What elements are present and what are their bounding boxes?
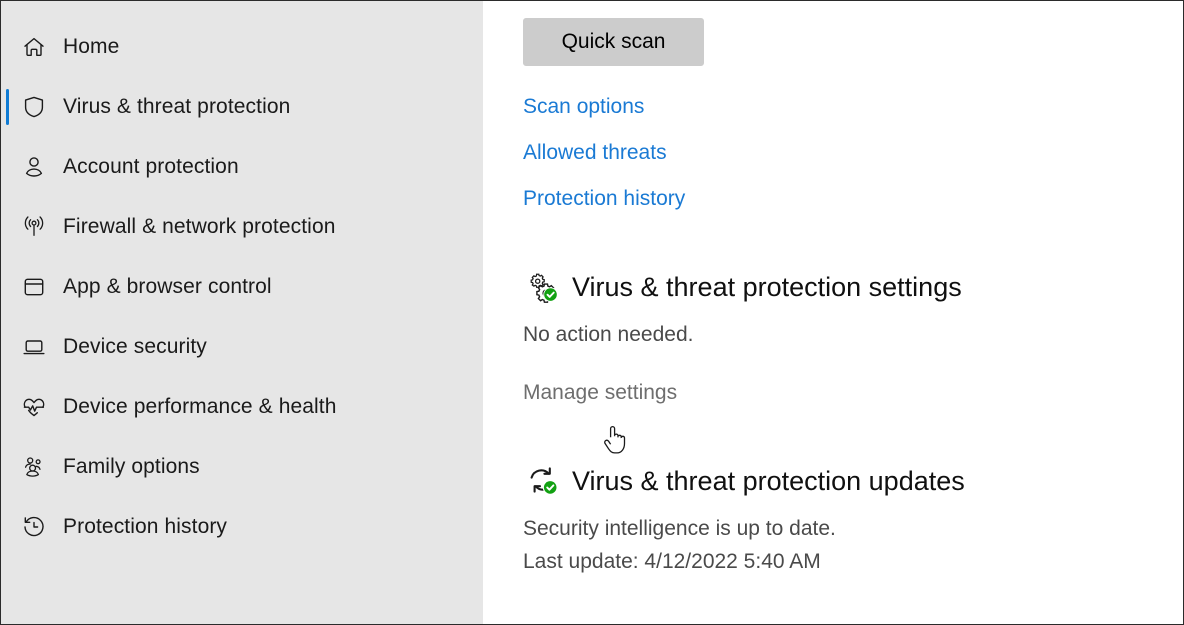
shield-icon bbox=[17, 90, 51, 124]
sidebar-item-label: Virus & threat protection bbox=[63, 95, 291, 118]
sidebar-item-firewall-network-protection[interactable]: Firewall & network protection bbox=[1, 205, 483, 249]
sidebar-item-label: Firewall & network protection bbox=[63, 215, 336, 238]
sidebar-item-label: App & browser control bbox=[63, 275, 272, 298]
sidebar-item-label: Home bbox=[63, 35, 120, 58]
manage-settings-link[interactable]: Manage settings bbox=[523, 379, 677, 406]
laptop-icon bbox=[17, 330, 51, 364]
section-title: Virus & threat protection settings bbox=[572, 272, 962, 302]
gears-check-icon bbox=[523, 267, 563, 307]
sidebar-item-label: Family options bbox=[63, 455, 200, 478]
window-app-icon bbox=[17, 270, 51, 304]
sidebar-item-account-protection[interactable]: Account protection bbox=[1, 145, 483, 189]
scan-links-list: Scan options Allowed threats Protection … bbox=[523, 94, 1183, 212]
scan-options-link[interactable]: Scan options bbox=[523, 94, 644, 120]
sidebar-item-label: Protection history bbox=[63, 515, 228, 538]
section-status-text: Security intelligence is up to date. bbox=[523, 517, 836, 540]
sidebar-item-virus-threat-protection[interactable]: Virus & threat protection bbox=[1, 85, 483, 129]
sidebar-item-app-browser-control[interactable]: App & browser control bbox=[1, 265, 483, 309]
broadcast-icon bbox=[17, 210, 51, 244]
section-title: Virus & threat protection updates bbox=[572, 466, 965, 496]
people-group-icon bbox=[17, 450, 51, 484]
section-header: Virus & threat protection settings bbox=[523, 267, 1183, 307]
sidebar-item-label: Device security bbox=[63, 335, 207, 358]
sidebar-item-device-performance-health[interactable]: Device performance & health bbox=[1, 385, 483, 429]
sidebar-item-protection-history[interactable]: Protection history bbox=[1, 505, 483, 549]
home-icon bbox=[17, 30, 51, 64]
section-header: Virus & threat protection updates bbox=[523, 461, 1183, 501]
windows-security-window: Home Virus & threat protection Account p… bbox=[0, 0, 1184, 625]
person-icon bbox=[17, 150, 51, 184]
virus-threat-protection-updates-section: Virus & threat protection updates Securi… bbox=[523, 461, 1183, 575]
sidebar-item-label: Account protection bbox=[63, 155, 239, 178]
navigation-sidebar: Home Virus & threat protection Account p… bbox=[1, 1, 483, 624]
quick-scan-button[interactable]: Quick scan bbox=[523, 18, 704, 66]
sidebar-item-label: Device performance & health bbox=[63, 395, 337, 418]
section-status-text: No action needed. bbox=[523, 323, 694, 346]
allowed-threats-link[interactable]: Allowed threats bbox=[523, 140, 667, 166]
heart-pulse-icon bbox=[17, 390, 51, 424]
sidebar-item-home[interactable]: Home bbox=[1, 25, 483, 69]
sidebar-item-family-options[interactable]: Family options bbox=[1, 445, 483, 489]
history-clock-icon bbox=[17, 510, 51, 544]
main-content: Quick scan Scan options Allowed threats … bbox=[483, 1, 1183, 624]
protection-history-link[interactable]: Protection history bbox=[523, 186, 685, 212]
last-update-text: Last update: 4/12/2022 5:40 AM bbox=[523, 550, 821, 573]
sidebar-item-device-security[interactable]: Device security bbox=[1, 325, 483, 369]
virus-threat-protection-settings-section: Virus & threat protection settings No ac… bbox=[523, 267, 1183, 406]
selection-indicator bbox=[6, 89, 9, 125]
refresh-check-icon bbox=[523, 461, 563, 501]
